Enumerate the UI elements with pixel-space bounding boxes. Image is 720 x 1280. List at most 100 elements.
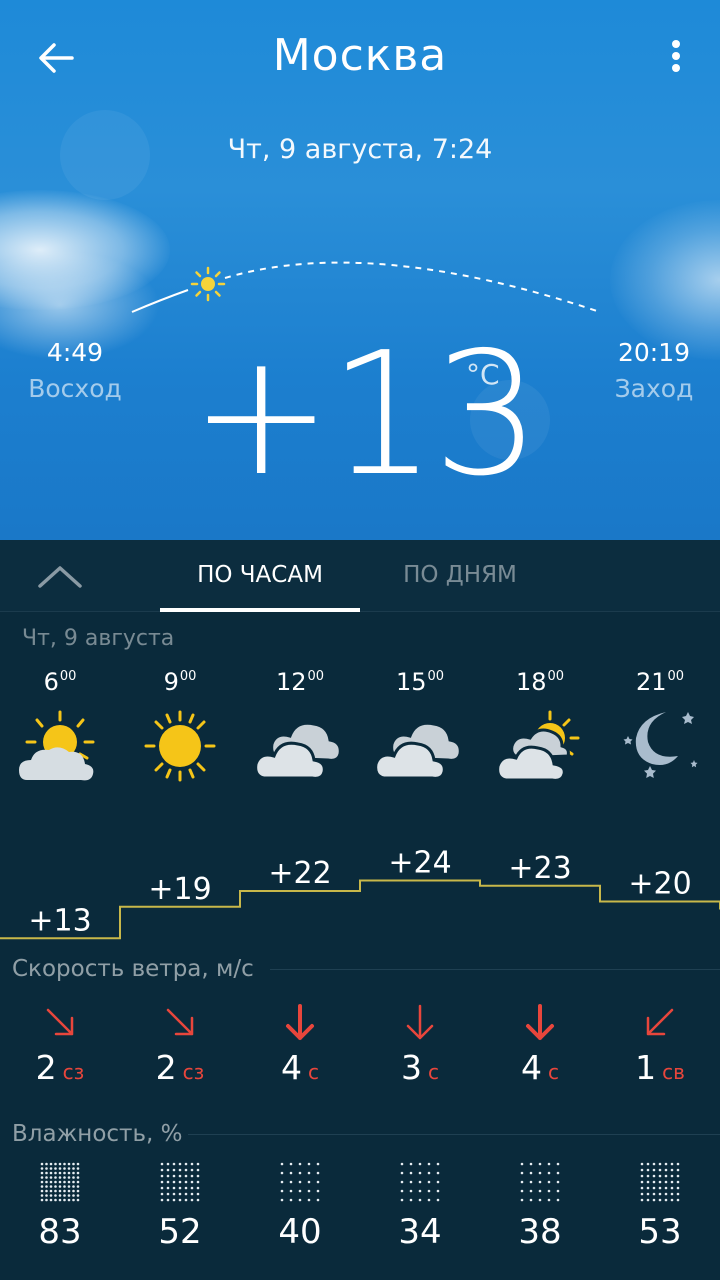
sun-icon [120,706,240,792]
hour-label: 1500 [360,668,480,696]
hour-value: 6 [43,668,59,696]
humidity-cell: 52 [120,1162,240,1252]
partly-cloudy-icon [0,706,120,792]
more-options-button[interactable] [660,34,692,82]
minute-value: 00 [427,669,445,684]
temperature-unit: °C [466,358,500,391]
wind-cell: 1 св [600,1002,720,1098]
hour-temperature-label: +19 [148,872,211,907]
minute-value: 00 [59,669,77,684]
wind-direction: с [548,1060,559,1084]
hours-row: 600 900 1200 1500 1800 2100 [0,668,720,708]
wind-direction: с [428,1060,439,1084]
humidity-cell: 40 [240,1162,360,1252]
humidity-cell: 53 [600,1162,720,1252]
wind-cell: 4с [480,1002,600,1098]
wind-speed: 2 [155,1048,177,1087]
back-button[interactable] [32,34,80,82]
humidity-dots-icon [40,1162,80,1202]
hour-label: 900 [120,668,240,696]
humidity-cell: 38 [480,1162,600,1252]
minute-value: 00 [667,669,685,684]
down-right-arrow-icon [166,1008,194,1036]
lens-flare [60,110,150,200]
cloudy-icon [240,706,360,792]
hour-temperature-label: +22 [268,856,331,891]
tab-daily[interactable]: ПО ДНЯМ [360,540,560,612]
wind-cell: 2 сз [120,1002,240,1098]
tab-hourly[interactable]: ПО ЧАСАМ [160,540,360,612]
minute-value: 00 [179,669,197,684]
hour-value: 15 [395,668,427,696]
wind-cell: 3с [360,1002,480,1098]
minute-value: 00 [307,669,325,684]
humidity-dots-icon [520,1162,560,1202]
moon-stars-icon [600,706,720,792]
wind-speed: 2 [35,1048,57,1087]
hour-temperature-label: +20 [628,867,691,902]
sunset-label: Заход [614,374,694,403]
back-arrow-icon [39,43,74,73]
hour-label: 1800 [480,668,600,696]
sunset-time: 20:19 [617,338,691,367]
down-arrow-icon [406,1004,434,1040]
humidity-value: 38 [518,1212,562,1252]
hour-temperature-label: +24 [388,846,451,881]
wind-direction: с [308,1060,319,1084]
collapse-button[interactable] [30,556,90,596]
humidity-value: 83 [38,1212,82,1252]
down-left-arrow-icon [646,1008,674,1036]
wind-cell: 2 сз [0,1002,120,1098]
hour-value: 12 [275,668,307,696]
minute-value: 00 [547,669,565,684]
cloud-decoration [610,200,720,360]
wind-cell: 4с [240,1002,360,1098]
humidity-dots-icon [400,1162,440,1202]
hour-value: 9 [163,668,179,696]
cloudy-icon [360,706,480,792]
wind-speed: 4 [281,1048,302,1087]
more-vert-icon [672,40,680,72]
humidity-dots-icon [280,1162,320,1202]
weather-icons-row [0,706,720,792]
partly-cloudy-icon [480,706,600,792]
wind-speed: 4 [521,1048,542,1087]
down-arrow-icon [526,1004,554,1040]
forecast-tabs: ПО ЧАСАМ ПО ДНЯМ [0,540,720,612]
city-title: Москва [272,30,448,81]
current-datetime: Чт, 9 августа, 7:24 [227,134,493,165]
humidity-value: 53 [638,1212,682,1252]
down-arrow-icon [286,1004,314,1040]
forecast-day-label: Чт, 9 августа [22,626,175,651]
current-temperature: +13 [190,316,541,514]
hour-value: 18 [515,668,547,696]
hourly-temperature-chart: +13 +19 +22 +24 +23 +20 [0,846,720,940]
humidity-dots-icon [640,1162,680,1202]
wind-row: 2 сз 2 сз 4 с 3 с 4 с 1 св [0,1002,720,1098]
chevron-up-icon [38,566,82,588]
humidity-value: 40 [278,1212,322,1252]
divider [270,969,720,970]
hour-label: 2100 [600,668,720,696]
humidity-dots-icon [160,1162,200,1202]
divider [188,1134,720,1135]
sky-header: Москва Чт, 9 августа, 7:24 4:49 Восход 2… [0,0,720,540]
hour-temperature-label: +13 [28,903,91,938]
wind-direction: сз [182,1060,205,1084]
hour-temperature-label: +23 [508,851,571,886]
humidity-value: 34 [398,1212,442,1252]
hour-label: 600 [0,668,120,696]
wind-direction: сз [62,1060,85,1084]
wind-speed: 3 [401,1048,422,1087]
humidity-cell: 83 [0,1162,120,1252]
wind-section-title: Скорость ветра, м/с [12,956,254,982]
humidity-row: 83 52 40 34 38 53 [0,1162,720,1262]
sunrise-time: 4:49 [46,338,104,367]
humidity-section-title: Влажность, % [12,1121,183,1147]
hour-label: 1200 [240,668,360,696]
sunrise-label: Восход [28,374,122,403]
humidity-value: 52 [158,1212,202,1252]
wind-speed: 1 [635,1048,657,1087]
hour-value: 21 [635,668,667,696]
down-right-arrow-icon [46,1008,74,1036]
